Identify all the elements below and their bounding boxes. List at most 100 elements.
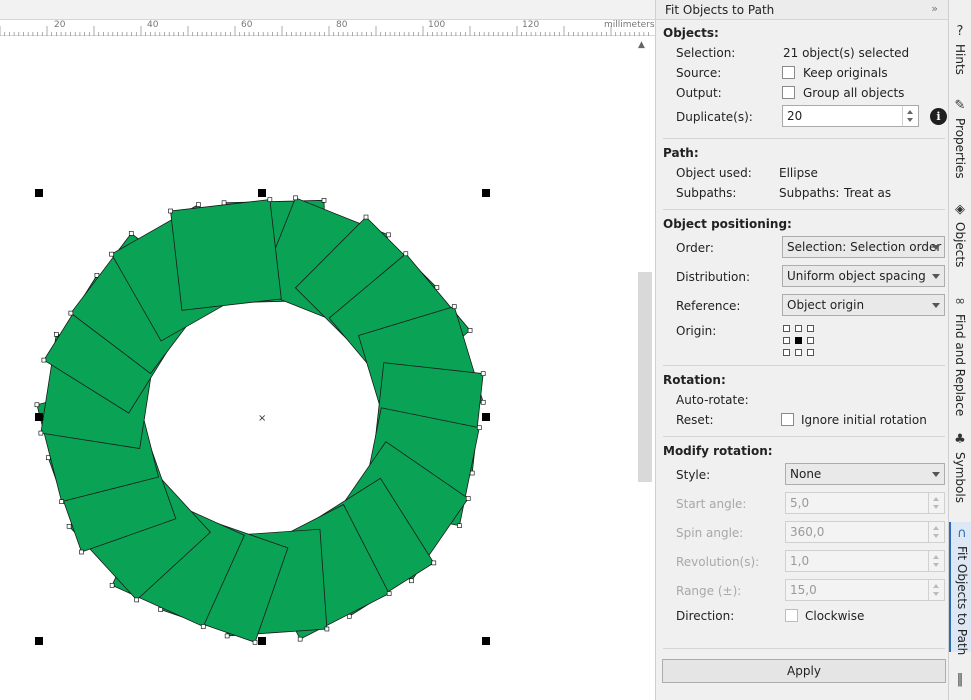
node-handle[interactable] — [321, 198, 327, 203]
node-handle[interactable] — [109, 583, 115, 588]
node-handle[interactable] — [386, 232, 391, 238]
origin-point[interactable] — [807, 337, 814, 344]
distribution-value[interactable]: Uniform object spacing — [787, 269, 926, 283]
chevron-down-icon[interactable] — [932, 303, 940, 308]
reference-value[interactable]: Object origin — [787, 298, 864, 312]
tab-properties[interactable]: ✎ Properties — [949, 96, 971, 186]
origin-selector[interactable] — [783, 325, 815, 357]
node-handle[interactable] — [196, 202, 201, 207]
spin-angle-value[interactable]: 360,0 — [790, 525, 824, 539]
style-dropdown[interactable]: None — [785, 463, 945, 485]
distribution-dropdown[interactable]: Uniform object spacing — [782, 265, 945, 287]
origin-point[interactable] — [807, 325, 814, 332]
ignore-initial-rotation-label[interactable]: Ignore initial rotation — [801, 413, 927, 427]
origin-point[interactable] — [783, 337, 790, 344]
order-value[interactable]: Selection: Selection order — [787, 240, 941, 254]
chevron-down-icon[interactable] — [932, 274, 940, 279]
info-icon[interactable]: i — [930, 108, 947, 125]
node-handle[interactable] — [409, 578, 414, 584]
node-handle[interactable] — [224, 633, 230, 639]
clockwise-checkbox[interactable] — [785, 609, 798, 622]
origin-point[interactable] — [783, 349, 790, 356]
tab-objects[interactable]: ◈ Objects — [949, 200, 971, 275]
selection-handle[interactable] — [35, 413, 43, 421]
start-angle-value[interactable]: 5,0 — [790, 496, 809, 510]
node-handle[interactable] — [469, 470, 475, 476]
node-handle[interactable] — [59, 499, 64, 504]
spin-buttons[interactable] — [928, 493, 944, 513]
chevron-down-icon[interactable] — [932, 472, 940, 477]
duplicates-value[interactable]: 20 — [787, 109, 802, 123]
ring-square[interactable] — [170, 199, 282, 311]
origin-point[interactable] — [807, 349, 814, 356]
range-spinbox[interactable]: 15,0 — [785, 579, 945, 601]
vertical-scrollbar-thumb[interactable] — [638, 272, 652, 482]
selection-handle[interactable] — [258, 637, 266, 645]
selection-handle[interactable] — [482, 637, 490, 645]
selection-handle[interactable] — [35, 637, 43, 645]
node-handle[interactable] — [128, 231, 134, 236]
reference-dropdown[interactable]: Object origin — [782, 294, 945, 316]
origin-point[interactable] — [795, 325, 802, 332]
node-handle[interactable] — [221, 200, 227, 206]
tab-hints[interactable]: ? Hints — [949, 22, 971, 92]
duplicates-spinbox[interactable]: 20 — [782, 105, 919, 127]
node-handle[interactable] — [403, 251, 409, 257]
node-handle[interactable] — [66, 523, 72, 529]
origin-point[interactable] — [795, 349, 802, 356]
node-handle[interactable] — [465, 496, 471, 501]
start-angle-spinbox[interactable]: 5,0 — [785, 492, 945, 514]
node-handle[interactable] — [41, 357, 47, 363]
spin-buttons[interactable] — [928, 551, 944, 571]
origin-point[interactable] — [783, 325, 790, 332]
node-handle[interactable] — [293, 195, 298, 201]
docker-collapse-icon[interactable]: » — [931, 2, 940, 15]
drawing-svg[interactable]: × — [0, 0, 655, 700]
node-handle[interactable] — [386, 591, 392, 596]
keep-originals-checkbox[interactable] — [782, 66, 795, 79]
tab-align[interactable]: ‖ — [949, 670, 971, 700]
node-handle[interactable] — [34, 402, 40, 408]
node-handle[interactable] — [38, 430, 44, 436]
selection-handle[interactable] — [482, 189, 490, 197]
clockwise-label[interactable]: Clockwise — [805, 609, 864, 623]
node-handle[interactable] — [451, 304, 457, 309]
apply-button[interactable]: Apply — [662, 659, 946, 683]
node-handle[interactable] — [267, 197, 273, 202]
group-all-objects-label[interactable]: Group all objects — [803, 86, 904, 100]
node-handle[interactable] — [324, 626, 330, 632]
order-dropdown[interactable]: Selection: Selection order — [782, 236, 945, 258]
node-handle[interactable] — [53, 331, 59, 337]
drawing-canvas[interactable]: 20 40 60 80 100 120 millimeters × ▲ — [0, 0, 655, 700]
node-handle[interactable] — [476, 425, 482, 430]
node-handle[interactable] — [480, 371, 486, 376]
node-handle[interactable] — [109, 251, 114, 257]
tab-symbols[interactable]: ♣ Symbols — [949, 430, 971, 510]
revolutions-value[interactable]: 1,0 — [790, 554, 809, 568]
node-handle[interactable] — [68, 310, 74, 316]
revolutions-spinbox[interactable]: 1,0 — [785, 550, 945, 572]
keep-originals-label[interactable]: Keep originals — [803, 66, 888, 80]
node-handle[interactable] — [297, 636, 303, 642]
range-value[interactable]: 15,0 — [790, 583, 817, 597]
chevron-down-icon[interactable] — [932, 245, 940, 250]
tab-find-and-replace[interactable]: ∞ Find and Replace — [949, 292, 971, 416]
selection-handle[interactable] — [482, 413, 490, 421]
node-handle[interactable] — [480, 399, 486, 405]
spin-angle-spinbox[interactable]: 360,0 — [785, 521, 945, 543]
node-handle[interactable] — [134, 597, 140, 603]
tab-fit-objects-to-path[interactable]: ∩ Fit Objects to Path — [949, 522, 971, 655]
origin-point[interactable] — [795, 337, 802, 344]
node-handle[interactable] — [431, 560, 437, 566]
node-handle[interactable] — [363, 214, 369, 220]
selection-handle[interactable] — [35, 189, 43, 197]
scroll-up-arrow-icon[interactable]: ▲ — [638, 40, 645, 50]
spin-buttons[interactable] — [928, 580, 944, 600]
selection-handle[interactable] — [258, 189, 266, 197]
group-all-objects-checkbox[interactable] — [782, 86, 795, 99]
node-handle[interactable] — [457, 523, 462, 528]
node-handle[interactable] — [79, 549, 84, 555]
node-handle[interactable] — [252, 639, 258, 645]
spin-buttons[interactable] — [928, 522, 944, 542]
style-value[interactable]: None — [790, 467, 821, 481]
